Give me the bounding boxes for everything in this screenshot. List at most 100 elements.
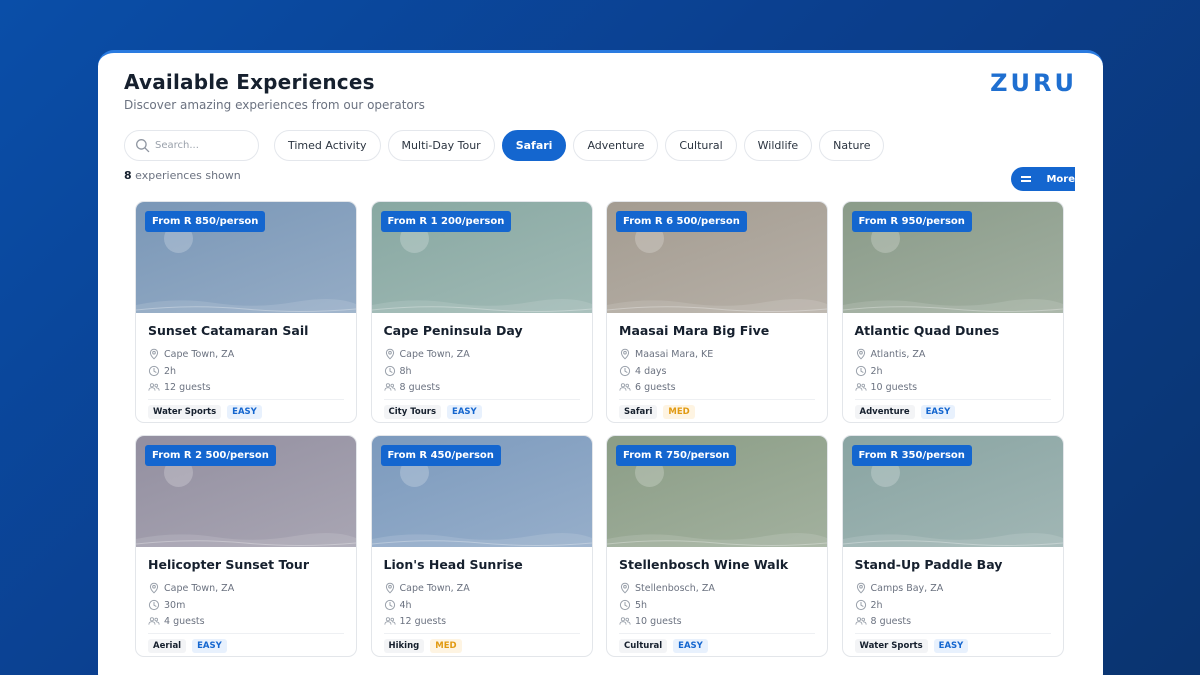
guests-icon — [148, 383, 160, 391]
guests-icon — [148, 617, 160, 625]
difficulty-badge: EASY — [227, 405, 262, 419]
card-divider — [148, 399, 344, 400]
experience-image: From R 6 500/person — [607, 202, 827, 313]
location-text: Cape Town, ZA — [399, 582, 470, 594]
difficulty-badge: EASY — [192, 639, 227, 653]
experience-card-7[interactable]: From R 750/person Stellenbosch Wine Walk… — [606, 435, 828, 657]
guests-text: 6 guests — [635, 381, 676, 393]
clock-icon — [619, 599, 631, 611]
category-tag: Aerial — [148, 639, 187, 653]
card-divider — [854, 399, 1051, 400]
experience-card-1[interactable]: From R 850/person Sunset Catamaran Sail … — [135, 201, 357, 423]
duration-row: 30m — [148, 599, 185, 611]
difficulty-badge: EASY — [447, 405, 482, 419]
duration-row: 2h — [855, 599, 883, 611]
guests-text: 12 guests — [164, 381, 211, 393]
location-pin-icon — [620, 582, 630, 594]
difficulty-badge: MED — [430, 639, 462, 653]
price-badge: From R 2 500/person — [145, 445, 276, 466]
results-count-label: experiences shown — [135, 169, 241, 182]
tag-row: City Tours EASY — [383, 405, 482, 419]
card-divider — [383, 399, 580, 400]
duration-row: 2h — [855, 365, 883, 377]
duration-text: 4h — [399, 599, 412, 611]
location-pin-icon — [856, 348, 865, 360]
guests-icon — [619, 617, 631, 625]
search-box[interactable] — [124, 130, 259, 161]
page-title: Available Experiences — [124, 70, 375, 94]
card-divider — [619, 633, 815, 634]
more-filters-button[interactable]: More — [1011, 167, 1075, 191]
location-pin-icon — [620, 348, 630, 360]
wave-decoration — [371, 298, 592, 313]
difficulty-badge: EASY — [933, 639, 969, 653]
duration-text: 2h — [870, 365, 883, 377]
guests-row: 4 guests — [148, 615, 205, 627]
duration-text: 30m — [164, 599, 186, 611]
experience-card-4[interactable]: From R 950/person Atlantic Quad Dunes At… — [841, 201, 1064, 423]
experience-image: From R 950/person — [842, 202, 1063, 313]
location-pin-icon — [149, 348, 159, 360]
price-badge: From R 350/person — [851, 445, 972, 466]
clock-icon — [619, 365, 631, 377]
duration-row: 4h — [384, 599, 412, 611]
clock-icon — [384, 599, 395, 611]
experience-card-2[interactable]: From R 1 200/person Cape Peninsula Day C… — [370, 201, 593, 423]
card-divider — [148, 633, 344, 634]
duration-text: 2h — [164, 365, 177, 377]
location-row: Cape Town, ZA — [384, 348, 470, 360]
tag-row: Aerial EASY — [148, 639, 227, 653]
experience-card-8[interactable]: From R 350/person Stand-Up Paddle Bay Ca… — [841, 435, 1064, 657]
guests-icon — [854, 383, 867, 391]
experience-card-5[interactable]: From R 2 500/person Helicopter Sunset To… — [135, 435, 357, 657]
clock-icon — [148, 599, 160, 611]
filter-chip-cultural[interactable]: Cultural — [665, 130, 737, 161]
price-badge: From R 750/person — [616, 445, 737, 466]
experience-title: Stellenbosch Wine Walk — [619, 557, 789, 572]
duration-row: 5h — [619, 599, 647, 611]
difficulty-badge: EASY — [920, 405, 956, 419]
location-text: Cape Town, ZA — [399, 348, 470, 360]
location-row: Atlantis, ZA — [855, 348, 926, 360]
experience-card-6[interactable]: From R 450/person Lion's Head Sunrise Ca… — [370, 435, 593, 657]
search-icon — [136, 139, 150, 153]
price-badge: From R 950/person — [851, 211, 972, 232]
card-divider — [619, 399, 815, 400]
tag-row: Hiking MED — [383, 639, 462, 653]
filter-chip-wildlife[interactable]: Wildlife — [743, 130, 813, 161]
filter-chip-nature[interactable]: Nature — [819, 130, 885, 161]
location-text: Cape Town, ZA — [164, 348, 235, 360]
location-pin-icon — [385, 582, 394, 594]
category-filters: Timed Activity Multi-Day Tour Safari Adv… — [274, 130, 885, 161]
location-row: Camps Bay, ZA — [855, 582, 944, 594]
menu-icon — [1021, 174, 1032, 185]
clock-icon — [148, 365, 160, 377]
clock-icon — [855, 365, 866, 377]
price-badge: From R 850/person — [145, 211, 266, 232]
experience-card-3[interactable]: From R 6 500/person Maasai Mara Big Five… — [606, 201, 828, 423]
tag-row: Safari MED — [619, 405, 695, 419]
card-divider — [383, 633, 580, 634]
filter-chip-adventure[interactable]: Adventure — [573, 130, 659, 161]
search-input[interactable] — [155, 140, 255, 151]
clock-icon — [855, 599, 866, 611]
brand-logo[interactable]: ZURU — [990, 69, 1077, 97]
page-subtitle: Discover amazing experiences from our op… — [124, 98, 425, 112]
difficulty-badge: EASY — [673, 639, 708, 653]
location-text: Camps Bay, ZA — [870, 582, 944, 594]
location-row: Maasai Mara, KE — [619, 348, 713, 360]
category-tag: Hiking — [383, 639, 425, 653]
category-tag: Cultural — [619, 639, 668, 653]
filter-chip-timed-activity[interactable]: Timed Activity — [274, 130, 381, 161]
wave-decoration — [607, 298, 827, 313]
duration-row: 4 days — [619, 365, 667, 377]
filter-chip-multi-day-tour[interactable]: Multi-Day Tour — [387, 130, 495, 161]
tag-row: Water Sports EASY — [148, 405, 262, 419]
experience-title: Atlantic Quad Dunes — [854, 323, 1000, 338]
guests-row: 10 guests — [619, 615, 682, 627]
guests-icon — [619, 383, 631, 391]
filter-chip-safari[interactable]: Safari — [501, 130, 567, 161]
location-pin-icon — [385, 348, 394, 360]
location-text: Atlantis, ZA — [870, 348, 926, 360]
location-row: Stellenbosch, ZA — [619, 582, 715, 594]
